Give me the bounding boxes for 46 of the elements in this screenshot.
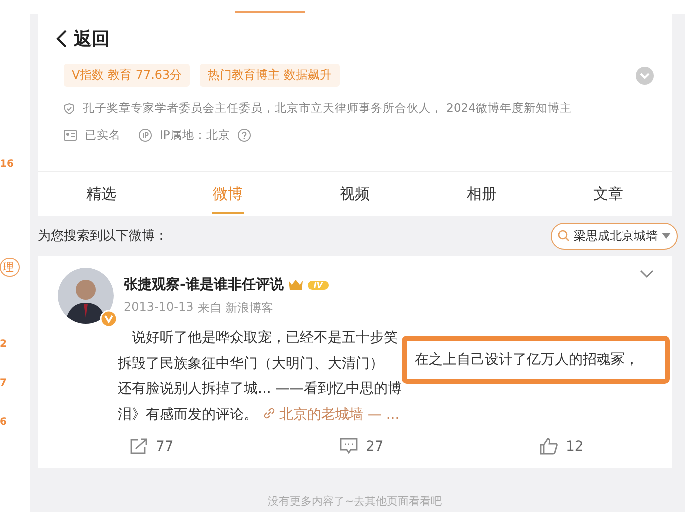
crown-icon: [288, 279, 304, 291]
bio-text: 孔子奖章专家学者委员会主任委员，北京市立天律师事务所合伙人， 2024微博年度新知博主: [83, 101, 572, 116]
search-result-label: 为您搜索到以下微博：: [38, 228, 168, 245]
count: 6: [0, 417, 7, 428]
verified-badge-icon: [100, 310, 118, 328]
post-text: 泪》有感而发的评论。: [118, 406, 258, 422]
id-card-icon: [64, 130, 77, 141]
chevron-down-icon[interactable]: [640, 270, 654, 279]
ip-location-text: IP属地：北京: [160, 128, 230, 143]
count: 7: [0, 378, 7, 389]
tab[interactable]: 相册: [418, 172, 546, 216]
count: 16: [0, 159, 14, 170]
verified-text: 已实名: [85, 128, 121, 143]
tab-indicator: [235, 11, 305, 13]
post-date: 2013-10-13: [124, 300, 194, 316]
help-icon[interactable]: [238, 129, 252, 142]
level-badge: IV: [308, 280, 329, 290]
repost-button[interactable]: 77: [130, 438, 340, 455]
author-name[interactable]: 张捷观察-谁是谁非任评说: [124, 276, 284, 294]
avatar[interactable]: [58, 268, 114, 324]
thumbs-up-icon: [540, 438, 558, 455]
share-icon: [130, 438, 148, 455]
comment-button[interactable]: 27: [340, 438, 540, 455]
search-icon: [558, 230, 570, 242]
post-text: 还有脸说别人拆掉了城... ——看到忆中思的博: [118, 381, 402, 397]
chevron-left-icon: [56, 29, 68, 49]
count: 2: [0, 339, 7, 350]
shield-icon: [64, 102, 75, 114]
post-text: 拆毁了民族象征中华门（大明门、大清门）: [118, 356, 384, 372]
search-field[interactable]: 梁思成北京城墙: [551, 222, 678, 250]
link-icon: [264, 408, 275, 418]
dropdown-caret-icon: [662, 233, 671, 239]
back-button[interactable]: 返回: [56, 27, 110, 51]
like-button[interactable]: 12: [540, 438, 584, 455]
ellipsis-text: ...: [386, 406, 400, 422]
end-of-list-text: 没有更多内容了~去其他页面看看吧: [266, 494, 444, 509]
tab[interactable]: 文章: [545, 172, 672, 216]
post-source: 来自 新浪博客: [198, 300, 274, 317]
tab[interactable]: 精选: [38, 172, 165, 216]
ip-icon: [139, 129, 152, 142]
highlighted-text: 在之上自己设计了亿万人的招魂冢，: [415, 351, 639, 369]
comment-icon: [340, 438, 358, 455]
tag: V指数 教育 77.63分: [64, 64, 190, 87]
tab[interactable]: 视频: [292, 172, 418, 216]
tag: 热门教育博主 数据飙升: [200, 64, 340, 87]
post-text: 说好听了他是哗众取宠，已经不是五十步笑: [132, 330, 398, 346]
